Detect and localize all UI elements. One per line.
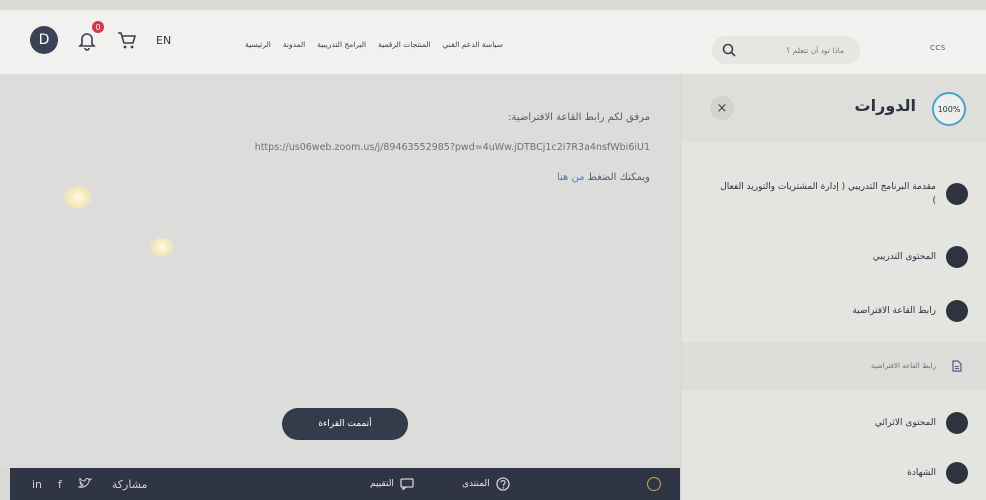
nav-item-programs[interactable]: البرامج التدريبية (317, 40, 366, 49)
click-prefix: ويمكنك الضغط (587, 172, 650, 183)
sidebar-item-enrichment[interactable]: المحتوى الاثرائي (682, 412, 986, 434)
search-icon[interactable] (722, 43, 736, 57)
rating-label: التقييم (370, 479, 394, 489)
twitter-icon-svg (77, 476, 93, 488)
bell-icon[interactable]: 0 (76, 21, 104, 51)
sidebar-title: الدورات (854, 96, 916, 115)
nav-item-support-policy[interactable]: سياسة الدعم الفني (443, 40, 503, 49)
status-dot (946, 183, 968, 205)
sidebar-item-label: مقدمة البرنامج التدريبي ( إدارة المشتريا… (720, 182, 936, 206)
forum-button[interactable]: المنتدى (462, 477, 510, 491)
progress-ring: 100% (932, 92, 966, 126)
avatar[interactable]: D (30, 26, 58, 54)
forum-label: المنتدى (462, 479, 490, 489)
social-share: in f مشاركة (32, 476, 148, 492)
course-sidebar: × الدورات 100% مقدمة البرنامج التدريبي (… (682, 74, 986, 500)
sidebar-item-label: المحتوى التدريبي (872, 252, 936, 262)
info-icon[interactable] (647, 477, 661, 491)
top-header: D 0 EN الرئيسية المدونة البرامج التدريبي… (0, 10, 986, 74)
sidebar-lesson-label: رابط القاعة الافتراضية (870, 362, 936, 370)
search-input[interactable] (744, 45, 844, 55)
nav-item-digital-products[interactable]: المنتجات الرقمية (378, 40, 431, 49)
sidebar-item-training-content[interactable]: المحتوى التدريبي (682, 246, 986, 268)
nav-item-home[interactable]: الرئيسية (245, 40, 271, 49)
status-dot (946, 462, 968, 484)
brand-logo[interactable]: CCS (930, 44, 946, 52)
sidebar-item-virtual-room[interactable]: رابط القاعة الافتراضية (682, 300, 986, 322)
bottom-bar: in f مشاركة التقييم المنتدى (10, 468, 680, 500)
search-icon-svg (722, 43, 736, 57)
status-dot (946, 246, 968, 268)
document-icon-svg (952, 360, 962, 372)
sidebar-lesson-virtual-room[interactable]: رابط القاعة الافتراضية (682, 342, 986, 390)
sidebar-item-intro[interactable]: مقدمة البرنامج التدريبي ( إدارة المشتريا… (682, 174, 986, 214)
close-icon[interactable]: × (710, 96, 734, 120)
help-icon (496, 477, 510, 491)
cart-icon-svg (118, 32, 137, 49)
status-dot (946, 300, 968, 322)
main-nav: الرئيسية المدونة البرامج التدريبية المنت… (245, 40, 503, 49)
sidebar-item-certificate[interactable]: الشهادة (682, 462, 986, 484)
screen-glare (150, 238, 174, 256)
click-here-link[interactable]: من هنا (557, 172, 585, 183)
cart-icon[interactable] (116, 29, 138, 51)
lesson-content: مرفق لكم رابط القاعة الافتراضية: https:/… (0, 74, 680, 468)
facebook-icon[interactable]: f (58, 478, 62, 491)
mark-complete-button[interactable]: أتممت القراءة (282, 408, 408, 440)
sidebar-item-label: الشهادة (907, 468, 936, 478)
content-click-text: ويمكنك الضغط من هنا (557, 172, 650, 183)
zoom-link[interactable]: https://us06web.zoom.us/j/89463552985?pw… (255, 142, 650, 153)
search-box (712, 36, 860, 64)
sidebar-item-label: رابط القاعة الافتراضية (852, 306, 936, 316)
status-dot (946, 412, 968, 434)
notification-badge: 0 (92, 21, 104, 33)
sidebar-item-label: المحتوى الاثرائي (874, 418, 936, 428)
twitter-icon[interactable] (77, 476, 93, 492)
document-icon (946, 360, 968, 372)
linkedin-icon[interactable]: in (32, 478, 42, 491)
content-intro-text: مرفق لكم رابط القاعة الافتراضية: (508, 112, 650, 123)
language-switch[interactable]: EN (156, 34, 171, 47)
screen-glare (64, 186, 92, 208)
sidebar-header: × الدورات 100% (682, 74, 986, 142)
header-user-controls: D 0 EN (30, 21, 171, 54)
chat-icon (400, 478, 414, 490)
share-label: مشاركة (111, 477, 148, 491)
rating-button[interactable]: التقييم (370, 478, 414, 490)
nav-item-blog[interactable]: المدونة (283, 40, 305, 49)
